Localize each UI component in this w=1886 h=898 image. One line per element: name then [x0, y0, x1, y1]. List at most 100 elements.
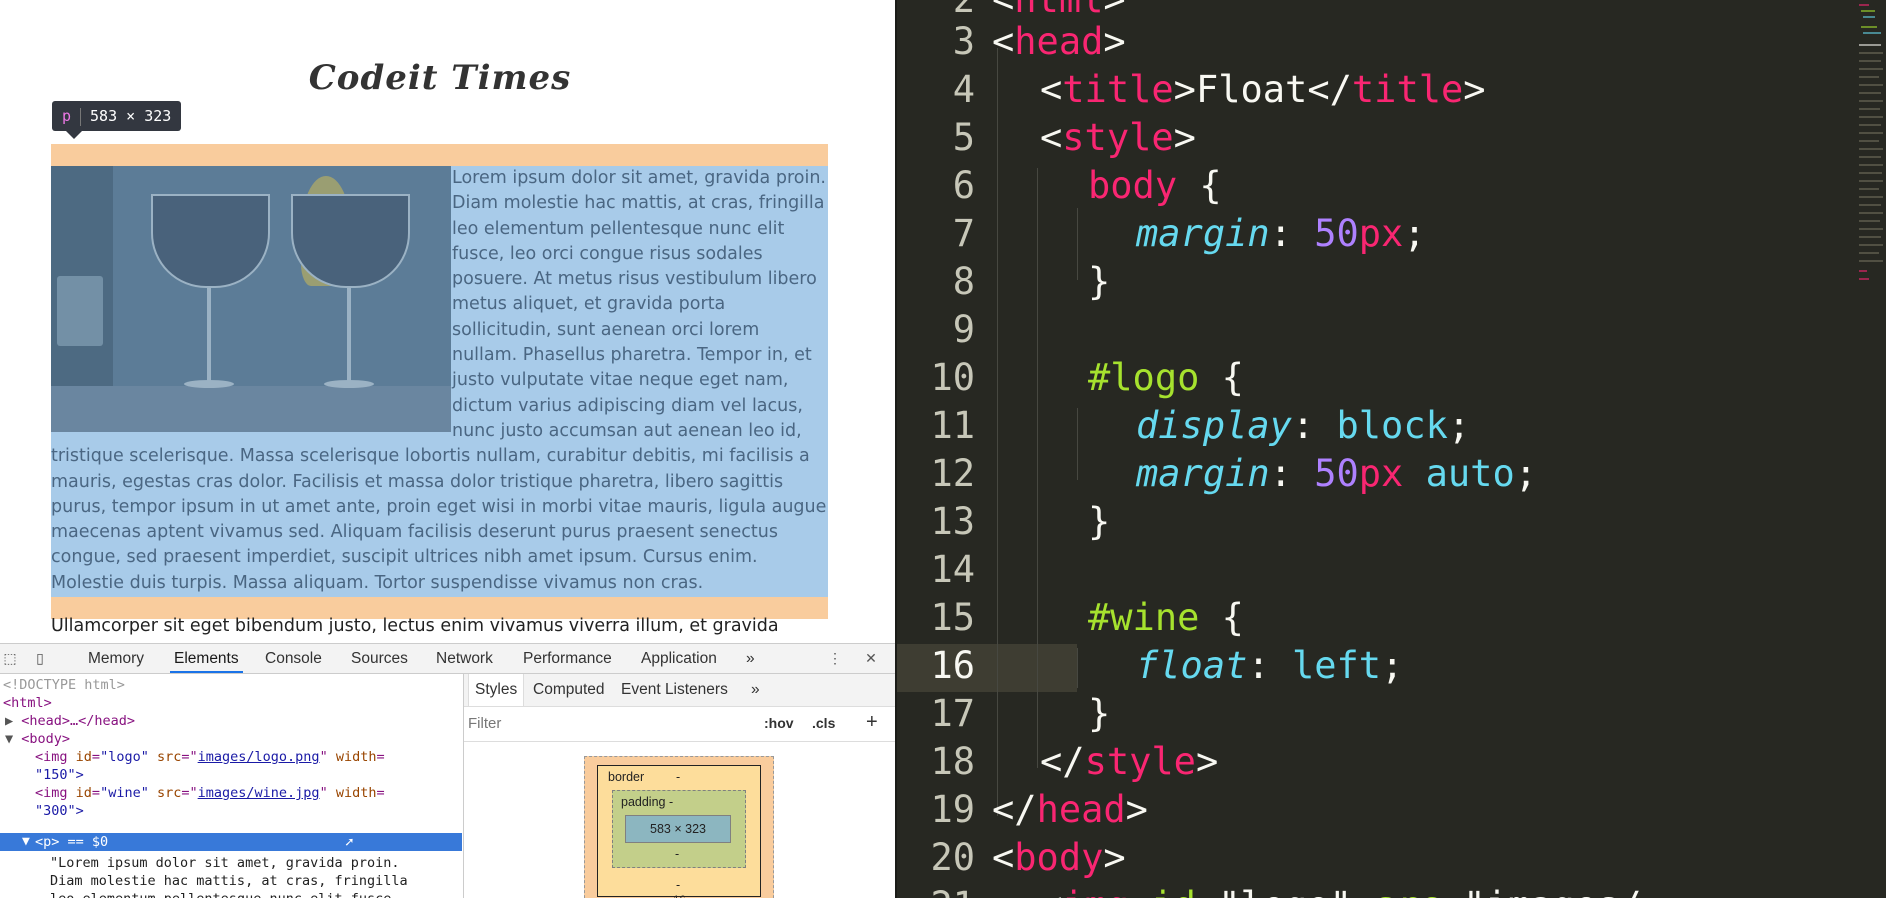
box-model-content: 583 × 323: [625, 815, 731, 843]
tab-sources[interactable]: Sources: [347, 644, 412, 673]
current-line-highlight: [987, 644, 1077, 692]
cls-button[interactable]: .cls: [812, 715, 835, 731]
dom-html[interactable]: <html>: [3, 694, 52, 712]
line-number: 6: [952, 164, 975, 207]
padding-bottom: -: [675, 847, 680, 861]
dom-head[interactable]: ▶ <head>…</head>: [5, 712, 135, 730]
styles-tab-bar: Styles Computed Event Listeners »: [464, 674, 895, 707]
wine-glass-right: [291, 194, 410, 288]
indent-guide: [1077, 648, 1078, 688]
code-line: </style>: [1040, 740, 1219, 783]
line-number: 9: [952, 308, 975, 351]
devtools-tab-bar: ⬚ ▯ Memory Elements Console Sources Netw…: [0, 644, 895, 674]
kebab-menu-icon[interactable]: ⋮: [827, 650, 843, 666]
styles-pane: Styles Computed Event Listeners » Filter…: [463, 674, 895, 898]
code-line: float: left;: [1136, 644, 1404, 687]
dom-img-logo[interactable]: <img id="logo" src="images/logo.png" wid…: [35, 748, 385, 766]
dom-text-line: "Lorem ipsum dolor sit amet, gravida pro…: [50, 855, 400, 871]
tab-computed[interactable]: Computed: [527, 674, 611, 706]
line-number: 13: [930, 500, 975, 543]
table-surface: [51, 386, 451, 432]
dom-text-line: Diam molestie hac mattis, at cras, fring…: [50, 873, 408, 889]
line-number: 3: [952, 20, 975, 63]
add-rule-button[interactable]: +: [866, 711, 878, 734]
indent-guide: [1037, 168, 1038, 768]
line-number: 10: [930, 356, 975, 399]
tab-event-listeners[interactable]: Event Listeners: [615, 674, 734, 706]
line-number: 7: [952, 212, 975, 255]
border-label: border: [608, 770, 645, 784]
wine-image: [51, 166, 451, 432]
box-model-border: border - padding - 583 × 323 - -: [597, 765, 761, 897]
code-line: margin: 50px auto;: [1136, 452, 1538, 495]
more-styles-tabs-icon[interactable]: »: [745, 674, 766, 706]
dom-img-wine-width: "300">: [35, 803, 84, 819]
glass-stem-left: [207, 286, 211, 381]
box-model-diagram: border - padding - 583 × 323 - - 16: [584, 756, 774, 898]
tab-network[interactable]: Network: [432, 644, 497, 673]
bottle-label: [57, 276, 103, 346]
indent-guide: [1077, 408, 1078, 480]
line-number: 4: [952, 68, 975, 111]
line-number: 14: [930, 548, 975, 591]
device-toolbar-icon[interactable]: ▯: [32, 650, 48, 666]
code-line: display: block;: [1136, 404, 1471, 447]
wine-glass-left: [151, 194, 270, 288]
line-number: 18: [930, 740, 975, 783]
hov-button[interactable]: :hov: [764, 715, 794, 731]
element-size-tooltip: p 583 × 323: [52, 101, 182, 139]
tab-application[interactable]: Application: [637, 644, 721, 673]
minimap[interactable]: [1857, 0, 1885, 290]
code-line: <head>: [992, 20, 1126, 63]
inspect-element-icon[interactable]: ⬚: [2, 650, 18, 666]
padding-label: padding -: [621, 795, 674, 809]
next-paragraph: Ullamcorper sit eget bibendum justo, lec…: [51, 616, 779, 636]
line-number: 8: [952, 260, 975, 303]
browser-pane: Codeit Times Lorem ipsum dolor sit amet,…: [0, 0, 895, 898]
code-line: #wine {: [1088, 596, 1244, 639]
more-tabs-icon[interactable]: »: [742, 644, 759, 673]
close-icon[interactable]: ✕: [863, 650, 879, 666]
tab-elements[interactable]: Elements: [170, 644, 243, 673]
code-editor[interactable]: 2 <html> 3 <head> 4 <title>Float</title>…: [895, 0, 1886, 898]
code-line: <img id="logo" src="images/: [1040, 882, 1641, 898]
tab-memory[interactable]: Memory: [84, 644, 148, 673]
line-number: 19: [930, 788, 975, 831]
line-number: 11: [930, 404, 975, 447]
dom-img-wine[interactable]: <img id="wine" src="images/wine.jpg" wid…: [35, 784, 385, 802]
tab-console[interactable]: Console: [261, 644, 326, 673]
code-line: }: [1088, 692, 1111, 735]
dom-text-line: leo elementum pellentesque nunc elit fus…: [50, 890, 400, 898]
code-line: #logo {: [1088, 356, 1244, 399]
line-number: 16: [930, 644, 975, 687]
code-line: }: [1088, 500, 1111, 543]
devtools-panel: ⬚ ▯ Memory Elements Console Sources Netw…: [0, 643, 895, 898]
line-number: 21: [897, 882, 975, 898]
dom-doctype: <!DOCTYPE html>: [3, 677, 125, 693]
line-number: 20: [930, 836, 975, 879]
border-value: -: [676, 770, 681, 784]
paragraph: Lorem ipsum dolor sit amet, gravida proi…: [51, 166, 828, 596]
glass-stem-right: [347, 286, 351, 381]
line-number: 17: [930, 692, 975, 735]
mouse-cursor-icon: ➚: [345, 835, 354, 851]
tooltip-size: 583 × 323: [90, 107, 172, 125]
tooltip-tag: p: [62, 107, 72, 125]
tab-styles[interactable]: Styles: [468, 674, 525, 706]
indent-guide: [1077, 208, 1078, 280]
styles-filter[interactable]: Filter :hov .cls +: [464, 707, 895, 742]
code-line: <body>: [992, 836, 1126, 879]
dom-tree: <!DOCTYPE html> <html> ▶ <head>…</head> …: [0, 674, 462, 898]
border-bottom: -: [676, 878, 681, 892]
line-number: 15: [930, 596, 975, 639]
glass-foot-left: [184, 380, 234, 388]
dom-body[interactable]: ▼ <body>: [5, 730, 70, 748]
site-logo: Codeit Times: [308, 58, 572, 98]
dom-selected-p[interactable]: ▼ <p> == $0 ➚: [0, 833, 462, 851]
tab-performance[interactable]: Performance: [519, 644, 616, 673]
code-line: margin: 50px;: [1136, 212, 1426, 255]
indent-guide: [997, 48, 998, 816]
code-line: </head>: [992, 788, 1148, 831]
dom-img-logo-width: "150">: [35, 767, 84, 783]
filter-input[interactable]: Filter: [468, 715, 501, 732]
